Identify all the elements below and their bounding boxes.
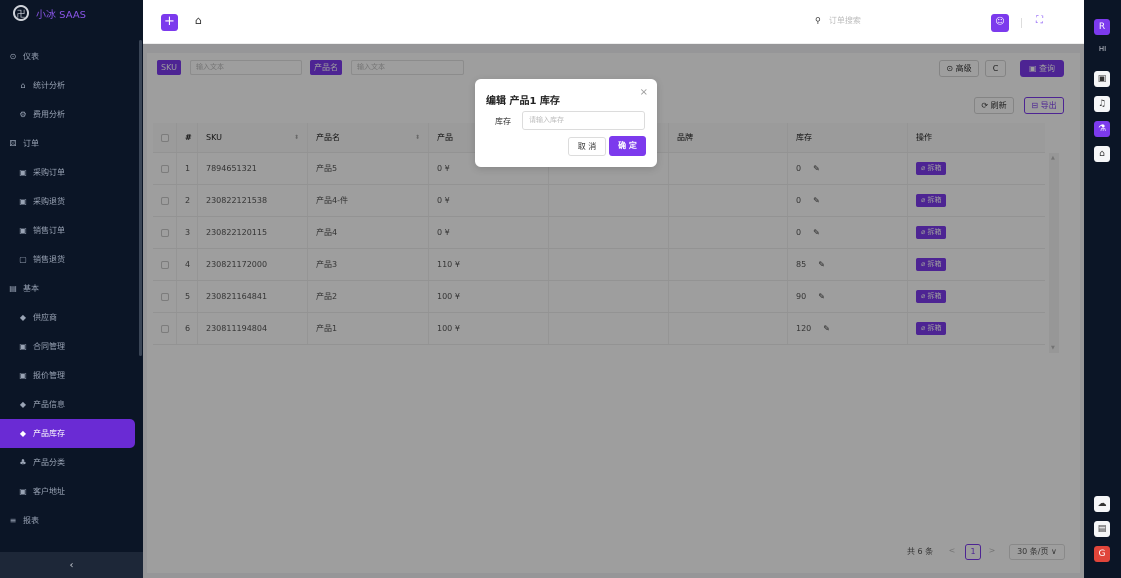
sidebar-item-3[interactable]: ⚄ 订单 [0,129,139,158]
sidebar-item-7[interactable]: ▢ 销售退货 [0,245,139,274]
menu-item-label: 合同管理 [33,342,65,351]
menu-item-icon: ⚄ [9,139,17,148]
add-tab-button[interactable]: + [161,14,178,31]
google-icon[interactable]: G [1094,546,1110,562]
menu-item-label: 产品库存 [33,429,65,438]
sidebar-item-8[interactable]: ▤ 基本 [0,274,139,303]
menu-item-icon: ◆ [19,400,27,409]
stock-input[interactable]: 请输入库存 [522,111,645,130]
menu-item-label: 报价管理 [33,371,65,380]
brand-mark-icon: 卍 [13,5,29,21]
menu-item-icon: ◆ [19,313,27,322]
home-shortcut-icon[interactable]: ⌂ [1094,146,1110,162]
search-icon: ⚲ [815,16,821,25]
menu-item-icon: ▣ [19,371,27,380]
sidebar-item-4[interactable]: ▣ 采购订单 [0,158,139,187]
chevron-left-icon: ‹ [69,559,74,571]
sidebar-item-0[interactable]: ⊙ 仪表 [0,42,139,71]
sidebar-item-2[interactable]: ⚙ 费用分析 [0,100,139,129]
menu-item-icon: ▣ [19,168,27,177]
avatar-icon[interactable]: R [1094,19,1110,35]
right-toolbar: R HI ▣ ♫ ⚗ ⌂ ☁ ▤ G [1084,0,1121,578]
fullscreen-icon[interactable]: ⛶ [1036,15,1043,26]
edit-stock-dialog: 编辑 产品1 库存 × 库存 请输入库存 取 消 确 定 [475,79,657,167]
confirm-button[interactable]: 确 定 [609,136,646,156]
menu-item-label: 基本 [23,284,39,293]
lab-icon[interactable]: ⚗ [1094,121,1110,137]
menu-item-icon: ⊙ [9,52,17,61]
sidebar-item-1[interactable]: ⌂ 统计分析 [0,71,139,100]
menu-item-label: 供应商 [33,313,57,322]
dialog-title: 编辑 产品1 库存 [486,96,560,107]
menu-item-label: 订单 [23,139,39,148]
sidebar-scrollbar[interactable] [139,40,142,356]
menu-item-icon: ▣ [19,197,27,206]
order-search[interactable]: ⚲ 订单搜索 [815,15,935,26]
clipboard-icon[interactable]: ▤ [1094,521,1110,537]
menu-item-icon: ▣ [19,487,27,496]
greeting-label: HI [1098,45,1107,53]
top-bar: + ⌂ ⚲ 订单搜索 ☺ ⛶ [143,0,1084,44]
sidebar-item-11[interactable]: ▣ 报价管理 [0,361,139,390]
menu-item-label: 采购退货 [33,197,65,206]
menu-item-icon: ⚙ [19,110,27,119]
home-icon[interactable]: ⌂ [195,14,202,27]
menu-item-label: 产品信息 [33,400,65,409]
sidebar: 卍 小冰 SAAS ⊙ 仪表 ⌂ 统计分析 ⚙ 费用分析 ⚄ 订单 ▣ 采购订单 ▣ 采购退货 ▣ 销售订… [0,0,143,578]
menu-item-icon: ◆ [19,429,27,438]
menu-item-icon: ▣ [19,342,27,351]
sidebar-item-10[interactable]: ▣ 合同管理 [0,332,139,361]
menu-item-label: 销售订单 [33,226,65,235]
menu-item-icon: ▤ [9,284,17,293]
menu-item-icon: ▣ [19,226,27,235]
sidebar-item-15[interactable]: ▣ 客户地址 [0,477,139,506]
document-icon[interactable]: ▣ [1094,71,1110,87]
menu-item-label: 销售退货 [33,255,65,264]
collapse-sidebar-button[interactable]: ‹ [0,552,143,578]
menu-item-label: 产品分类 [33,458,65,467]
sidebar-item-12[interactable]: ◆ 产品信息 [0,390,139,419]
menu-item-label: 采购订单 [33,168,65,177]
menu-item-label: 统计分析 [33,81,65,90]
sidebar-item-6[interactable]: ▣ 销售订单 [0,216,139,245]
headset-icon[interactable]: ♫ [1094,96,1110,112]
cancel-button[interactable]: 取 消 [568,137,606,156]
menu-item-label: 费用分析 [33,110,65,119]
menu-item-icon: ▢ [19,255,27,264]
brand-name: 小冰 SAAS [36,9,87,21]
menu-item-icon: ♣ [19,458,27,467]
menu-item-label: 报表 [23,516,39,525]
menu-item-label: 仪表 [23,52,39,61]
menu-item-icon: ≡ [9,516,17,525]
sidebar-item-5[interactable]: ▣ 采购退货 [0,187,139,216]
close-icon[interactable]: × [640,87,648,98]
menu-item-icon: ⌂ [20,81,26,90]
user-icon[interactable]: ☺ [991,14,1009,32]
divider [1021,18,1022,28]
sidebar-menu: ⊙ 仪表 ⌂ 统计分析 ⚙ 费用分析 ⚄ 订单 ▣ 采购订单 ▣ 采购退货 ▣ 销售订单 ▢ 销售退货 ▤ 基本 ◆… [0,42,139,535]
brand-logo[interactable]: 卍 小冰 SAAS [0,0,143,26]
sidebar-item-16[interactable]: ≡ 报表 [0,506,139,535]
sidebar-item-13[interactable]: ◆ 产品库存 [0,419,135,448]
sidebar-item-9[interactable]: ◆ 供应商 [0,303,139,332]
sidebar-item-14[interactable]: ♣ 产品分类 [0,448,139,477]
order-search-placeholder: 订单搜索 [828,16,861,25]
cloud-icon[interactable]: ☁ [1094,496,1110,512]
menu-item-label: 客户地址 [33,487,65,496]
stock-label: 库存 [495,117,511,126]
